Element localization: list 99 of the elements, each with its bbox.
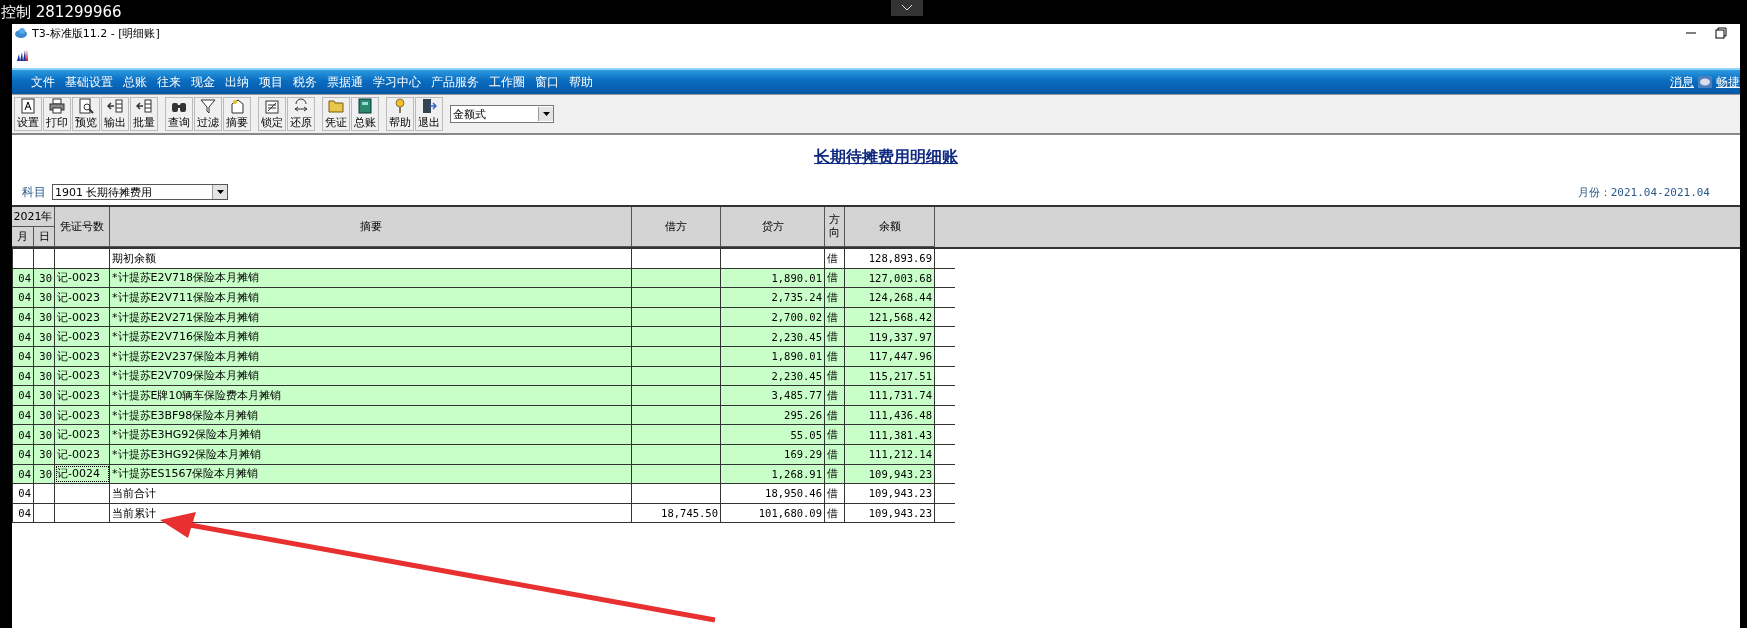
column-header: 日 <box>34 227 55 247</box>
table-cell: 04 <box>12 425 34 444</box>
table-cell: 借 <box>825 425 845 444</box>
export-icon <box>107 98 123 114</box>
toolbar-button[interactable]: 批量 <box>130 97 158 131</box>
menu-item[interactable]: 工作圈 <box>484 73 530 91</box>
table-cell: 18,745.50 <box>632 503 721 523</box>
table-cell: 04 <box>12 288 34 307</box>
print-icon <box>49 98 65 114</box>
table-cell: 04 <box>12 503 34 523</box>
table-cell: 04 <box>12 386 34 405</box>
table-cell: 2,735.24 <box>721 288 825 307</box>
table-cell: 101,680.09 <box>721 503 825 523</box>
table-cell: *计提苏E牌10辆车保险费本月摊销 <box>110 386 632 405</box>
toolbar-button[interactable]: 摘要 <box>223 97 251 131</box>
format-select[interactable]: 金额式 <box>450 105 554 123</box>
menu-item[interactable]: 文件 <box>26 73 60 91</box>
menu-item[interactable]: 现金 <box>186 73 220 91</box>
toolbar-button[interactable]: 凭证 <box>322 97 350 131</box>
table-cell: 111,381.43 <box>845 425 935 444</box>
column-header: 2021年 <box>12 207 55 227</box>
toolbar-button[interactable]: 锁定 <box>258 97 286 131</box>
column-header: 摘要 <box>110 207 632 247</box>
table-cell: 109,943.23 <box>845 503 935 523</box>
menu-item[interactable]: 产品服务 <box>426 73 484 91</box>
table-cell: *计提苏E3HG92保险本月摊销 <box>110 425 632 444</box>
toolbar-button[interactable]: 过滤 <box>194 97 222 131</box>
chat-bubble-icon[interactable] <box>1698 76 1712 88</box>
menu-item[interactable]: 帮助 <box>564 73 598 91</box>
dropdown-arrow-icon <box>216 190 224 194</box>
table-cell: 30 <box>34 425 55 444</box>
toolbar-button[interactable]: 退出 <box>415 97 443 131</box>
table-cell: 30 <box>34 386 55 405</box>
table-cell: 18,950.46 <box>721 484 825 503</box>
menu-item[interactable]: 窗口 <box>530 73 564 91</box>
column-header: 余额 <box>845 207 935 247</box>
dropdown-arrow-icon <box>542 112 550 116</box>
export-icon <box>136 98 152 114</box>
toolbar-button[interactable]: 查询 <box>165 97 193 131</box>
table-cell: 借 <box>825 288 845 307</box>
service-link[interactable]: 畅捷 <box>1716 73 1740 91</box>
table-cell: 119,337.97 <box>845 327 935 346</box>
table-cell: 109,943.23 <box>845 484 935 503</box>
column-header: 月 <box>12 227 34 247</box>
table-cell: 借 <box>825 503 845 523</box>
menu-item[interactable]: 项目 <box>254 73 288 91</box>
toolbar-button[interactable]: 预览 <box>72 97 100 131</box>
table-cell: 55.05 <box>721 425 825 444</box>
message-link[interactable]: 消息 <box>1670 73 1694 91</box>
column-header: 借方 <box>632 207 721 247</box>
toolbar-button[interactable]: 帮助 <box>386 97 414 131</box>
table-cell: 记-0023 <box>55 327 110 346</box>
table-cell: 记-0023 <box>55 425 110 444</box>
menu-item[interactable]: 总账 <box>118 73 152 91</box>
menu-item[interactable]: 学习中心 <box>368 73 426 91</box>
column-header: 方向 <box>825 207 845 247</box>
table-cell: 04 <box>12 484 34 503</box>
table-cell: 2,230.45 <box>721 327 825 346</box>
menu-item[interactable]: 基础设置 <box>60 73 118 91</box>
table-cell: 记-0023 <box>55 386 110 405</box>
table-cell: 借 <box>825 249 845 268</box>
toolbar-button[interactable]: 打印 <box>43 97 71 131</box>
subject-label: 科目 <box>22 183 46 201</box>
filter-icon <box>200 98 216 114</box>
toolbar-button[interactable]: 输出 <box>101 97 129 131</box>
table-cell: 借 <box>825 386 845 405</box>
exit-icon <box>421 98 437 114</box>
window-title: T3-标准版11.2 - [明细账] <box>32 25 160 41</box>
column-header: 凭证号数 <box>55 207 110 247</box>
menu-item[interactable]: 出纳 <box>220 73 254 91</box>
table-cell: 当前合计 <box>110 484 632 503</box>
table-cell: 借 <box>825 484 845 503</box>
table-cell: 30 <box>34 288 55 307</box>
table-cell: 128,893.69 <box>845 249 935 268</box>
period-label: 月份：2021.04-2021.04 <box>1577 184 1710 200</box>
table-cell: 111,731.74 <box>845 386 935 405</box>
folder-icon <box>328 98 344 114</box>
toolbar-button[interactable]: 设置 <box>14 97 42 131</box>
menu-item[interactable]: 票据通 <box>322 73 368 91</box>
table-cell: 记-0023 <box>55 288 110 307</box>
subject-select[interactable]: 1901 长期待摊费用 <box>52 184 228 200</box>
table-cell: 3,485.77 <box>721 386 825 405</box>
book-icon <box>357 98 373 114</box>
menu-item[interactable]: 税务 <box>288 73 322 91</box>
table-cell: *计提苏E2V716保险本月摊销 <box>110 327 632 346</box>
table-cell: 期初余额 <box>110 249 632 268</box>
toolbar-button[interactable]: 总账 <box>351 97 379 131</box>
table-cell: 30 <box>34 327 55 346</box>
preview-icon <box>78 98 94 114</box>
report-title: 长期待摊费用明细账 <box>814 146 958 168</box>
table-cell: 124,268.44 <box>845 288 935 307</box>
menu-item[interactable]: 往来 <box>152 73 186 91</box>
toolbar-button[interactable]: 还原 <box>287 97 315 131</box>
table-cell: *计提苏E2V711保险本月摊销 <box>110 288 632 307</box>
cloud-icon <box>14 27 28 39</box>
table-cell: 借 <box>825 327 845 346</box>
column-header: 贷方 <box>721 207 825 247</box>
table-cell: 04 <box>12 327 34 346</box>
remote-title: 控制 281299966 <box>0 2 122 22</box>
